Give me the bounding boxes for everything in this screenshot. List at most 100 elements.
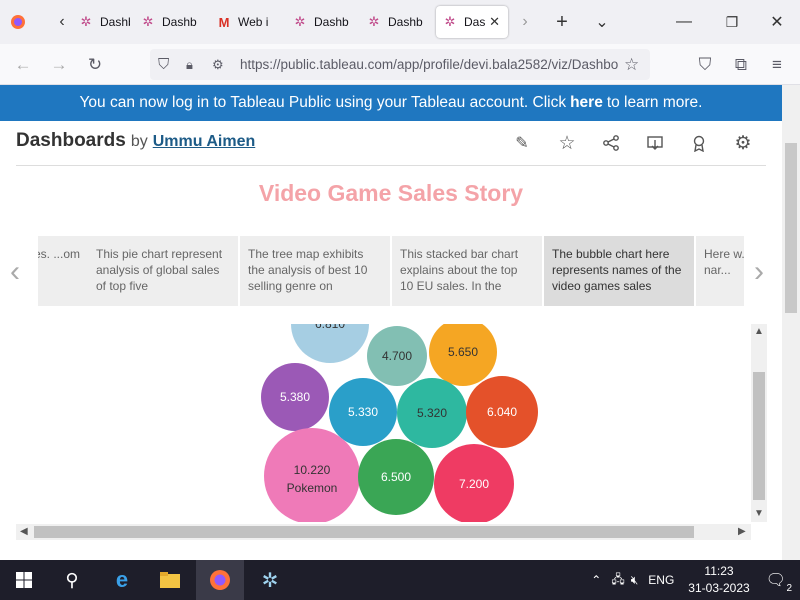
forward-arrow-icon[interactable]: → xyxy=(46,52,72,78)
windows-start-icon[interactable] xyxy=(0,560,48,600)
tab-label: Web i xyxy=(238,15,269,29)
author-link[interactable]: Ummu Aimen xyxy=(153,133,256,151)
url-bar[interactable]: ⛉ 🔒︎ ⚙ https://public.tableau.com/app/pr… xyxy=(150,49,650,80)
tray-chevron-up-icon[interactable]: ⌃ xyxy=(591,573,601,587)
tab-label: Dashb xyxy=(162,15,197,29)
extensions-icon[interactable]: ⧉ xyxy=(728,52,754,78)
by-label: by xyxy=(130,133,148,150)
bookmark-star-icon[interactable]: ☆ xyxy=(624,55,639,75)
tab-label: Dashb xyxy=(314,15,349,29)
bubble-value-label: 6.040 xyxy=(487,405,517,419)
browser-tab-bar: ‹ ✲ Dashb ✲ Dashb M Web i ✲ Dashb ✲ Dash… xyxy=(0,0,800,44)
bubble-value-label: 5.330 xyxy=(348,405,378,419)
tab-list-back-icon[interactable]: ‹ xyxy=(50,10,74,34)
story-point-caption[interactable]: This pie chart represent analysis of glo… xyxy=(88,236,238,306)
share-icon[interactable] xyxy=(600,132,622,154)
story-point-caption[interactable]: This stacked bar chart explains about th… xyxy=(392,236,542,306)
settings-gear-icon[interactable]: ⚙ xyxy=(732,132,754,154)
bubble-value-label: 6.500 xyxy=(381,470,411,484)
bubble-chart-viz: 6.810 4.700 5.650 5.380 5.330 5.320 6.040 10.22… xyxy=(16,324,752,522)
menu-icon[interactable]: ≡ xyxy=(764,52,790,78)
tab-list-chevron-down-icon[interactable]: ⌄ xyxy=(590,10,614,34)
tab-label: Dashb xyxy=(100,15,130,29)
permissions-icon[interactable]: ⚙ xyxy=(212,57,224,73)
tab-gmail[interactable]: M Web i xyxy=(210,6,276,38)
shield-icon[interactable]: ⛉ xyxy=(158,56,169,73)
viz-horizontal-scrollbar[interactable]: ◀ ▶ xyxy=(16,524,751,540)
tableau-icon: ✲ xyxy=(80,14,92,29)
page-scroll-thumb[interactable] xyxy=(785,143,797,313)
search-icon[interactable]: ⚲ xyxy=(48,560,96,600)
banner-link[interactable]: here xyxy=(570,94,603,112)
tab-firefox-view[interactable] xyxy=(4,6,36,38)
login-banner: You can now log in to Tableau Public usi… xyxy=(0,85,782,121)
tab-label: Dashb xyxy=(388,15,423,29)
bubble-value-label: 5.320 xyxy=(417,406,447,420)
page-scrollbar[interactable] xyxy=(782,85,800,560)
clock-time: 11:23 xyxy=(704,564,734,578)
lock-icon[interactable]: 🔒︎ xyxy=(186,57,193,73)
page-title: Dashboards xyxy=(16,130,126,151)
edge-icon[interactable]: e xyxy=(98,560,146,600)
tab-dashb-2[interactable]: ✲ Dashb xyxy=(134,6,202,38)
viz-horizontal-scroll-thumb[interactable] xyxy=(34,526,694,538)
scroll-up-arrow-icon[interactable]: ▲ xyxy=(754,326,764,337)
viz-vertical-scroll-thumb[interactable] xyxy=(753,372,765,500)
notification-count: 2 xyxy=(786,583,792,594)
tab-dashb-4[interactable]: ✲ Dashb xyxy=(360,6,426,38)
scroll-down-arrow-icon[interactable]: ▼ xyxy=(754,508,764,519)
back-arrow-icon[interactable]: ← xyxy=(10,52,36,78)
tab-dashb-3[interactable]: ✲ Dashb xyxy=(286,6,352,38)
new-tab-icon[interactable]: + xyxy=(550,10,574,34)
tableau-icon: ✲ xyxy=(294,14,306,29)
page-header: Dashboards by Ummu Aimen xyxy=(16,130,255,156)
pocket-icon[interactable]: ⛉ xyxy=(692,52,718,78)
header-divider xyxy=(16,165,766,166)
story-captions: ...hows ...sales. ...om This pie chart r… xyxy=(38,236,744,306)
banner-text: You can now log in to Tableau Public usi… xyxy=(79,94,567,111)
story-point-caption[interactable]: The tree map exhibits the analysis of be… xyxy=(240,236,390,306)
story-prev-arrow-icon[interactable]: ‹ xyxy=(10,255,20,289)
tableau-taskbar-icon[interactable]: ✲ xyxy=(246,560,294,600)
volume-muted-icon[interactable]: 🔇︎ xyxy=(631,573,639,588)
bubble-chart: 6.810 4.700 5.650 5.380 5.330 5.320 6.040 10.22… xyxy=(261,324,538,522)
bubble-value-label: 7.200 xyxy=(459,477,489,491)
story-next-arrow-icon[interactable]: › xyxy=(754,255,764,289)
favorite-star-icon[interactable]: ☆ xyxy=(556,132,578,154)
bubble-value-label: 10.220 xyxy=(294,463,331,477)
firefox-taskbar-icon[interactable] xyxy=(196,560,244,600)
minimize-icon[interactable]: — xyxy=(672,10,696,34)
banner-text-end: to learn more. xyxy=(606,94,703,111)
award-icon[interactable] xyxy=(688,132,710,154)
tableau-icon: ✲ xyxy=(444,14,456,29)
notifications-icon[interactable]: 🗨︎ 2 xyxy=(766,570,792,594)
tab-dashb-1[interactable]: ✲ Dashb xyxy=(72,6,130,38)
tableau-icon: ✲ xyxy=(142,14,154,29)
tab-scroll-right-icon[interactable]: › xyxy=(513,10,537,34)
window-close-icon[interactable]: ✕ xyxy=(765,10,789,34)
scroll-right-arrow-icon[interactable]: ▶ xyxy=(738,526,746,537)
reload-icon[interactable]: ↻ xyxy=(82,52,108,78)
story-point-caption-active[interactable]: The bubble chart here represents names o… xyxy=(544,236,694,306)
edit-icon[interactable]: ✎ xyxy=(511,132,533,154)
tab-active[interactable]: ✲ Das ✕ xyxy=(436,6,508,38)
restore-icon[interactable]: ❐ xyxy=(720,10,744,34)
gmail-icon: M xyxy=(218,14,230,30)
bubble-name-label: Pokemon xyxy=(287,481,338,495)
network-icon[interactable]: 🖧︎ xyxy=(611,570,624,591)
story-point-caption[interactable]: ...hows ...sales. ...om xyxy=(38,236,88,306)
file-explorer-icon[interactable] xyxy=(146,560,194,600)
close-tab-icon[interactable]: ✕ xyxy=(489,14,500,30)
tableau-icon: ✲ xyxy=(368,14,380,29)
bubble-value-label: 6.810 xyxy=(315,324,345,331)
tab-label: Das xyxy=(464,15,486,29)
bubble-value-label: 5.380 xyxy=(280,390,310,404)
download-icon[interactable] xyxy=(644,132,666,154)
scroll-left-arrow-icon[interactable]: ◀ xyxy=(20,526,28,537)
clock[interactable]: 11:23 31-03-2023 xyxy=(688,563,749,597)
viz-vertical-scrollbar[interactable]: ▲ ▼ xyxy=(751,324,767,522)
url-text[interactable]: https://public.tableau.com/app/profile/d… xyxy=(240,57,620,72)
story-title: Video Game Sales Story xyxy=(258,180,524,206)
language-indicator[interactable]: ENG xyxy=(648,573,674,587)
story-point-caption[interactable]: Here w... bar cha... the nar... xyxy=(696,236,744,306)
